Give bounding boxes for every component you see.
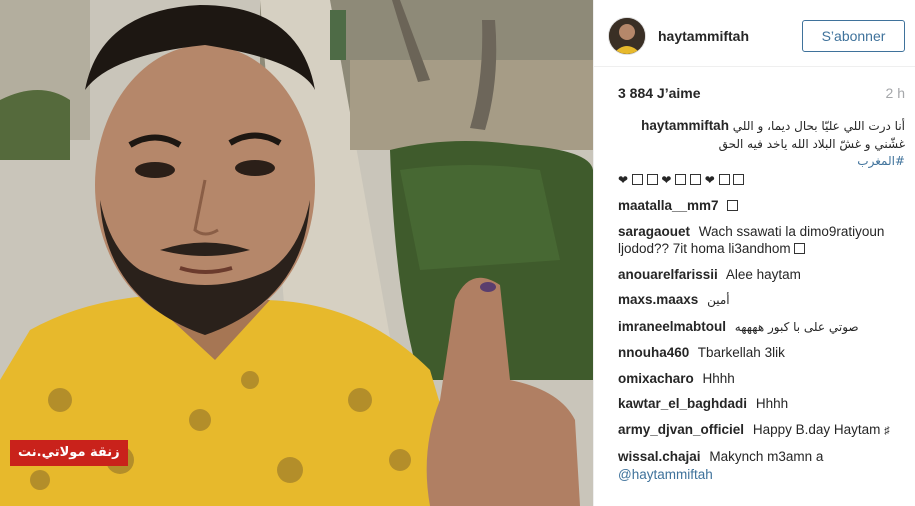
comment-username[interactable]: nnouha460 [618,345,689,360]
comment-text: Hhhh [755,396,789,411]
instagram-post: زنقة مولاتي.نت haytammiftah S’abonner 3 … [0,0,915,506]
comment-username[interactable]: imraneelmabtoul [618,319,726,334]
comment-username[interactable]: omixacharo [618,371,694,386]
emoji-box-icon [727,200,739,211]
emoji-box-icon [689,173,701,185]
hashtag-link[interactable]: #المغرب [857,154,905,168]
comment-username[interactable]: kawtar_el_baghdadi [618,396,747,411]
caption-username[interactable]: haytammiftah [641,118,729,133]
pin-icon: ♯ [884,424,890,437]
emoji-box-icon [631,173,643,185]
heart-icon: ❤ [618,172,629,187]
comment: imraneelmabtoul صوتي على با كبور ههههه [618,318,905,337]
post-photo[interactable]: زنقة مولاتي.نت [0,0,593,506]
avatar[interactable] [608,17,646,55]
follow-button[interactable]: S’abonner [802,20,905,52]
comment-text: Makynch m3amn a [709,449,824,464]
selfie-photo-illustration [0,0,593,506]
comment: anouarelfarissii Alee haytam [618,266,905,284]
emoji-box-icon [733,173,745,185]
emoji-box-icon [718,173,730,185]
caption-text: أنا درت اللي عليّا بحال ديما، و اللي [732,119,905,133]
comment-username[interactable]: anouarelfarissii [618,267,718,282]
post-meta: 3 884 J’aime 2 h [594,67,915,117]
comment-username[interactable]: saragaouet [618,224,690,239]
comment-text: Alee haytam [725,266,801,282]
emoji-box-icon [646,173,658,185]
emoji-box-icon [675,173,687,185]
heart-icon: ❤ [661,172,672,187]
likes-count[interactable]: 3 884 J’aime [618,85,701,117]
comment-text: Tbarkellah 3lik [697,345,785,360]
comment: wissal.chajai Makynch m3amn a @haytammif… [618,448,905,483]
comment: nnouha460 Tbarkellah 3lik [618,344,905,362]
comment-username[interactable]: army_djvan_officiel [618,422,744,437]
comment-username[interactable]: maatalla__mm7 [618,198,719,213]
caption-text-line1: أنا درت اللي عليّا بحال ديما، و اللي hay… [618,117,905,136]
comment: army_djvan_officiel Happy B.day Haytam ♯ [618,421,905,441]
caption: أنا درت اللي عليّا بحال ديما، و اللي hay… [618,117,905,189]
comment-username[interactable]: wissal.chajai [618,449,701,464]
author-username[interactable]: haytammiftah [658,28,802,44]
comment: kawtar_el_baghdadi Hhhh [618,395,905,413]
comment-username[interactable]: maxs.maaxs [618,292,698,307]
comment-text: Happy B.day Haytam [752,421,881,437]
comment: saragaouet Wach ssawati la dimo9ratiyoun… [618,223,905,258]
avatar-image [609,18,645,54]
comment: maxs.maaxs أمين [618,291,905,310]
post-header: haytammiftah S’abonner [594,0,915,67]
caption-emoji-line: ❤ ❤ ❤ [618,171,905,190]
comment-text: أمين [707,293,730,307]
mention-link[interactable]: @haytammiftah [618,467,713,482]
caption-hashtag-line: #المغرب [618,153,905,171]
comment-text: صوتي على با كبور ههههه [734,319,859,334]
timestamp[interactable]: 2 h [886,85,905,117]
comment: omixacharo Hhhh [618,370,905,388]
watermark-label: زنقة مولاتي.نت [10,440,128,466]
emoji-box-icon [794,243,806,254]
post-sidebar: haytammiftah S’abonner 3 884 J’aime 2 h … [593,0,915,506]
heart-icon: ❤ [704,172,715,187]
comment: maatalla__mm7 [618,197,905,215]
comment-text: Hhhh [702,370,735,386]
comments-list: أنا درت اللي عليّا بحال ديما، و اللي hay… [594,117,915,483]
caption-text-line2: غشّني و غشّ البلاد الله ياخد فيه الحق [718,136,905,151]
